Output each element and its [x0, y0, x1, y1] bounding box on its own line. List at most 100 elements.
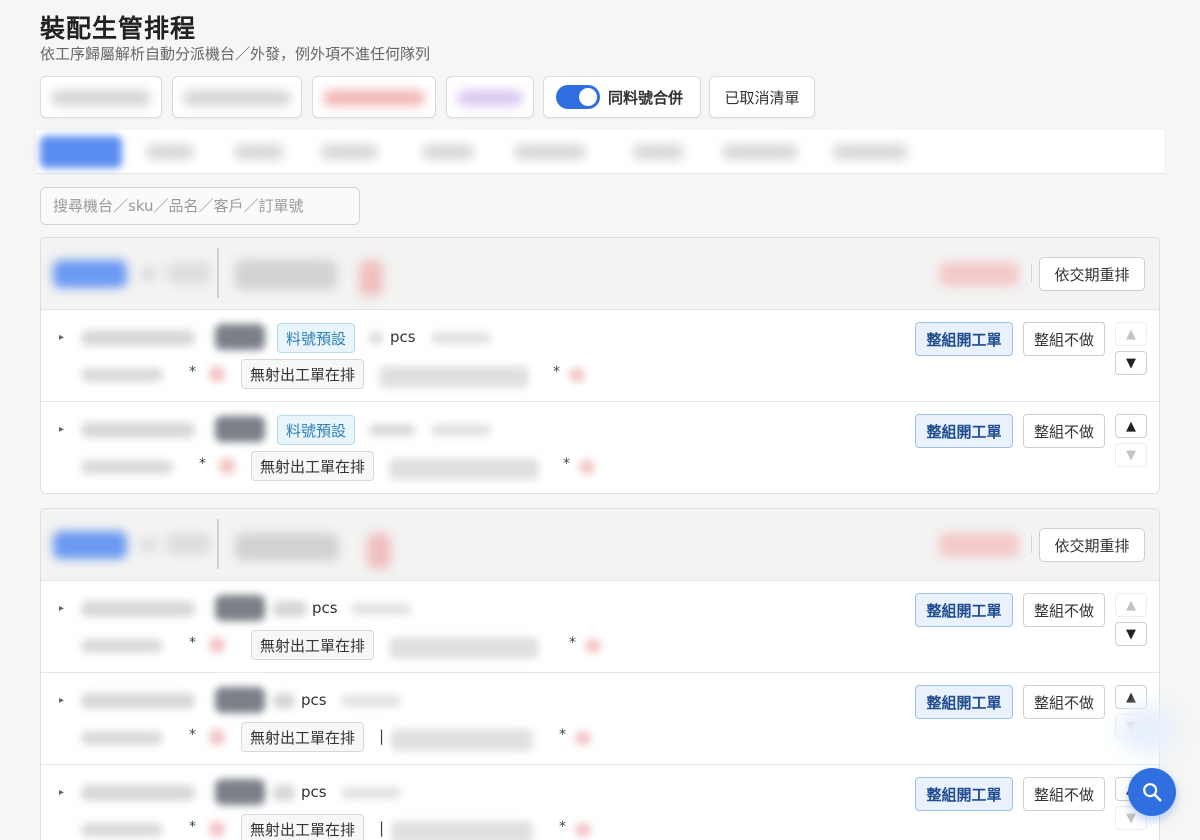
move-up-icon[interactable]: ▲: [1115, 593, 1147, 617]
row-qty: [369, 424, 415, 436]
group-header: 依交期重排: [41, 509, 1159, 581]
no-injection-order-tag: 無射出工單在排: [241, 359, 365, 389]
separator: |: [379, 819, 385, 837]
row-flag: [209, 366, 225, 382]
open-group-work-order-button[interactable]: 整組開工單: [915, 593, 1013, 627]
toolbar: 同料號合併 已取消清單: [40, 76, 840, 118]
row-unit: pcs: [312, 599, 338, 617]
merge-toggle[interactable]: 同料號合併: [543, 76, 701, 118]
tab-7[interactable]: [632, 144, 684, 160]
divider: [1031, 264, 1032, 282]
no-injection-order-tag: 無射出工單在排: [241, 814, 365, 840]
row-unit: pcs: [390, 328, 416, 346]
required-star: *: [559, 727, 566, 743]
group-indicator: [359, 260, 383, 296]
row-unit: pcs: [301, 691, 327, 709]
move-down-icon[interactable]: ▼: [1115, 351, 1147, 375]
toolbar-button-blurred-4[interactable]: [446, 76, 534, 118]
required-star: *: [559, 819, 566, 835]
divider: [217, 519, 219, 569]
row-flag: [569, 368, 585, 382]
divider: [217, 248, 219, 298]
search-fab-button[interactable]: [1128, 768, 1176, 816]
row-order: [81, 639, 163, 653]
group-header: 依交期重排: [41, 238, 1159, 310]
expand-icon[interactable]: ▸: [59, 332, 64, 343]
cancelled-list-button[interactable]: 已取消清單: [709, 76, 815, 118]
skip-group-button[interactable]: 整組不做: [1023, 685, 1105, 719]
tab-active[interactable]: [40, 136, 122, 168]
row-sku: [81, 601, 195, 617]
open-group-work-order-button[interactable]: 整組開工單: [915, 777, 1013, 811]
tab-8[interactable]: [722, 144, 798, 160]
search-icon: [1143, 783, 1162, 802]
row-part-badge: [215, 324, 265, 350]
machine-group: 依交期重排 ▸ 料號預設 pcs * 無射出工單在排 * 整組開工單 整組不做 …: [40, 237, 1160, 494]
skip-group-button[interactable]: 整組不做: [1023, 322, 1105, 356]
row-order: [81, 460, 173, 474]
toolbar-button-blurred-3[interactable]: [312, 76, 436, 118]
merge-toggle-label: 同料號合併: [608, 88, 684, 107]
table-row: ▸ pcs * 無射出工單在排 | * 整組開工單 整組不做 ▲ ▼: [41, 765, 1159, 840]
search-input[interactable]: [40, 187, 360, 225]
row-note: [391, 729, 533, 751]
expand-icon[interactable]: ▸: [59, 424, 64, 435]
move-up-icon[interactable]: ▲: [1115, 414, 1147, 438]
page-title: 裝配生管排程: [40, 14, 197, 43]
skip-group-button[interactable]: 整組不做: [1023, 414, 1105, 448]
skip-group-button[interactable]: 整組不做: [1023, 593, 1105, 627]
page-subtitle: 依工序歸屬解析自動分派機台／外發，例外項不進任何隊列: [40, 45, 431, 63]
expand-icon[interactable]: ▸: [59, 603, 64, 614]
group-meta: [167, 533, 211, 555]
tab-2[interactable]: [146, 144, 194, 160]
open-group-work-order-button[interactable]: 整組開工單: [915, 322, 1013, 356]
row-customer: [341, 695, 401, 707]
table-row: ▸ pcs * 無射出工單在排 * 整組開工單 整組不做 ▲ ▼: [41, 581, 1159, 673]
tab-6[interactable]: [514, 144, 586, 160]
row-qty: [369, 332, 383, 344]
part-default-tag: 料號預設: [277, 323, 356, 353]
toggle-switch-icon[interactable]: [556, 85, 600, 109]
table-row: ▸ 料號預設 pcs * 無射出工單在排 * 整組開工單 整組不做 ▲ ▼: [41, 310, 1159, 402]
required-star: *: [553, 364, 560, 380]
move-down-icon[interactable]: ▼: [1115, 443, 1147, 467]
row-flag: [585, 639, 601, 653]
group-status: [939, 533, 1019, 557]
required-star: *: [189, 727, 196, 743]
row-note: [389, 458, 539, 480]
reorder-by-due-date-button[interactable]: 依交期重排: [1039, 257, 1145, 291]
required-star: *: [189, 364, 196, 380]
row-customer: [351, 603, 411, 615]
row-customer: [431, 332, 491, 344]
row-order: [81, 731, 163, 745]
machine-group: 依交期重排 ▸ pcs * 無射出工單在排 * 整組開工單 整組不做 ▲ ▼ ▸…: [40, 508, 1160, 840]
row-note: [389, 637, 539, 659]
group-meta: [141, 539, 157, 551]
move-up-icon[interactable]: ▲: [1115, 322, 1147, 346]
tab-4[interactable]: [320, 144, 378, 160]
toolbar-button-blurred-1[interactable]: [40, 76, 162, 118]
expand-icon[interactable]: ▸: [59, 695, 64, 706]
tab-3[interactable]: [234, 144, 284, 160]
row-part-badge: [215, 416, 265, 442]
row-sku: [81, 785, 195, 801]
expand-icon[interactable]: ▸: [59, 787, 64, 798]
no-injection-order-tag: 無射出工單在排: [251, 451, 375, 481]
open-group-work-order-button[interactable]: 整組開工單: [915, 414, 1013, 448]
group-machine-badge: [53, 531, 127, 559]
separator: |: [379, 727, 385, 745]
reorder-by-due-date-button[interactable]: 依交期重排: [1039, 528, 1145, 562]
tab-9[interactable]: [832, 144, 908, 160]
move-down-icon[interactable]: ▼: [1115, 622, 1147, 646]
row-order: [81, 368, 163, 382]
row-flag: [209, 821, 225, 837]
toolbar-button-blurred-2[interactable]: [172, 76, 302, 118]
row-note: [379, 366, 529, 388]
required-star: *: [569, 635, 576, 651]
skip-group-button[interactable]: 整組不做: [1023, 777, 1105, 811]
row-qty: [273, 785, 295, 801]
row-part-badge: [215, 779, 265, 805]
open-group-work-order-button[interactable]: 整組開工單: [915, 685, 1013, 719]
table-row: ▸ 料號預設 * 無射出工單在排 * 整組開工單 整組不做 ▲ ▼: [41, 402, 1159, 493]
tab-5[interactable]: [422, 144, 474, 160]
